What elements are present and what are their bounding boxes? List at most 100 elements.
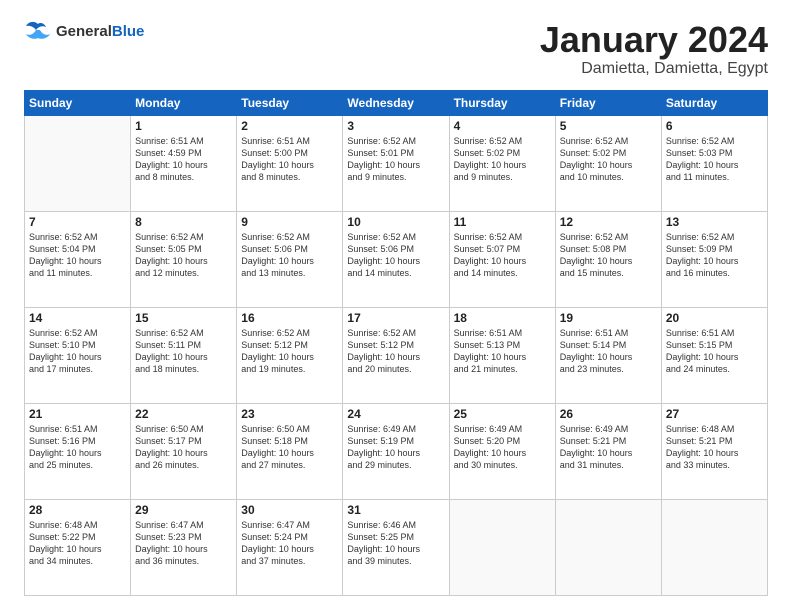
day-number: 14 xyxy=(29,311,126,325)
calendar-cell: 26 Sunrise: 6:49 AMSunset: 5:21 PMDayligh… xyxy=(555,403,661,499)
day-number: 15 xyxy=(135,311,232,325)
day-number: 17 xyxy=(347,311,444,325)
calendar-cell: 17 Sunrise: 6:52 AMSunset: 5:12 PMDayligh… xyxy=(343,307,449,403)
day-number: 8 xyxy=(135,215,232,229)
weekday-header-row: SundayMondayTuesdayWednesdayThursdayFrid… xyxy=(25,90,768,115)
calendar-cell: 30 Sunrise: 6:47 AMSunset: 5:24 PMDayligh… xyxy=(237,499,343,595)
day-info: Sunrise: 6:52 AMSunset: 5:03 PMDaylight:… xyxy=(666,135,763,184)
day-number: 13 xyxy=(666,215,763,229)
logo-icon xyxy=(24,20,52,44)
weekday-header-friday: Friday xyxy=(555,90,661,115)
day-number: 21 xyxy=(29,407,126,421)
calendar-cell: 12Sunrise: 6:52 AMSunset: 5:08 PMDayligh… xyxy=(555,211,661,307)
calendar-cell: 6 Sunrise: 6:52 AMSunset: 5:03 PMDaylight… xyxy=(661,115,767,211)
day-info: Sunrise: 6:51 AMSunset: 5:15 PMDaylight:… xyxy=(666,327,763,376)
day-info: Sunrise: 6:51 AMSunset: 5:16 PMDaylight:… xyxy=(29,423,126,472)
day-info: Sunrise: 6:48 AMSunset: 5:21 PMDaylight:… xyxy=(666,423,763,472)
day-number: 1 xyxy=(135,119,232,133)
day-number: 27 xyxy=(666,407,763,421)
day-info: Sunrise: 6:47 AMSunset: 5:24 PMDaylight:… xyxy=(241,519,338,568)
title-month: January 2024 xyxy=(540,20,768,60)
day-number: 9 xyxy=(241,215,338,229)
calendar-cell: 25Sunrise: 6:49 AMSunset: 5:20 PMDayligh… xyxy=(449,403,555,499)
calendar-cell: 27 Sunrise: 6:48 AMSunset: 5:21 PMDayligh… xyxy=(661,403,767,499)
day-number: 23 xyxy=(241,407,338,421)
calendar-cell: 15Sunrise: 6:52 AMSunset: 5:11 PMDayligh… xyxy=(131,307,237,403)
calendar-cell: 4Sunrise: 6:52 AMSunset: 5:02 PMDaylight… xyxy=(449,115,555,211)
calendar-cell: 23 Sunrise: 6:50 AMSunset: 5:18 PMDayligh… xyxy=(237,403,343,499)
calendar-cell: 2Sunrise: 6:51 AMSunset: 5:00 PMDaylight… xyxy=(237,115,343,211)
day-info: Sunrise: 6:51 AMSunset: 5:14 PMDaylight:… xyxy=(560,327,657,376)
calendar-cell: 21 Sunrise: 6:51 AMSunset: 5:16 PMDayligh… xyxy=(25,403,131,499)
day-number: 12 xyxy=(560,215,657,229)
day-info: Sunrise: 6:52 AMSunset: 5:10 PMDaylight:… xyxy=(29,327,126,376)
day-info: Sunrise: 6:52 AMSunset: 5:06 PMDaylight:… xyxy=(347,231,444,280)
week-row-1: 1Sunrise: 6:51 AMSunset: 4:59 PMDaylight… xyxy=(25,115,768,211)
weekday-header-monday: Monday xyxy=(131,90,237,115)
header: GeneralBlue January 2024 Damietta, Damie… xyxy=(24,20,768,78)
day-number: 28 xyxy=(29,503,126,517)
title-block: January 2024 Damietta, Damietta, Egypt xyxy=(540,20,768,78)
week-row-2: 7 Sunrise: 6:52 AMSunset: 5:04 PMDaylight… xyxy=(25,211,768,307)
week-row-5: 28 Sunrise: 6:48 AMSunset: 5:22 PMDayligh… xyxy=(25,499,768,595)
day-info: Sunrise: 6:52 AMSunset: 5:12 PMDaylight:… xyxy=(241,327,338,376)
calendar-cell: 16 Sunrise: 6:52 AMSunset: 5:12 PMDayligh… xyxy=(237,307,343,403)
calendar-cell xyxy=(555,499,661,595)
day-info: Sunrise: 6:47 AMSunset: 5:23 PMDaylight:… xyxy=(135,519,232,568)
calendar-cell: 29 Sunrise: 6:47 AMSunset: 5:23 PMDayligh… xyxy=(131,499,237,595)
calendar-table: SundayMondayTuesdayWednesdayThursdayFrid… xyxy=(24,90,768,596)
calendar-cell: 24Sunrise: 6:49 AMSunset: 5:19 PMDayligh… xyxy=(343,403,449,499)
day-info: Sunrise: 6:48 AMSunset: 5:22 PMDaylight:… xyxy=(29,519,126,568)
calendar-cell: 10Sunrise: 6:52 AMSunset: 5:06 PMDayligh… xyxy=(343,211,449,307)
weekday-header-saturday: Saturday xyxy=(661,90,767,115)
day-info: Sunrise: 6:49 AMSunset: 5:21 PMDaylight:… xyxy=(560,423,657,472)
title-location: Damietta, Damietta, Egypt xyxy=(540,60,768,78)
day-number: 22 xyxy=(135,407,232,421)
day-number: 2 xyxy=(241,119,338,133)
day-number: 5 xyxy=(560,119,657,133)
day-number: 16 xyxy=(241,311,338,325)
calendar-cell xyxy=(25,115,131,211)
day-info: Sunrise: 6:52 AMSunset: 5:01 PMDaylight:… xyxy=(347,135,444,184)
day-number: 7 xyxy=(29,215,126,229)
calendar-cell: 8 Sunrise: 6:52 AMSunset: 5:05 PMDaylight… xyxy=(131,211,237,307)
week-row-4: 21 Sunrise: 6:51 AMSunset: 5:16 PMDayligh… xyxy=(25,403,768,499)
day-number: 24 xyxy=(347,407,444,421)
calendar-cell: 20Sunrise: 6:51 AMSunset: 5:15 PMDayligh… xyxy=(661,307,767,403)
day-info: Sunrise: 6:50 AMSunset: 5:18 PMDaylight:… xyxy=(241,423,338,472)
logo-text: GeneralBlue xyxy=(56,24,144,41)
calendar-cell: 13 Sunrise: 6:52 AMSunset: 5:09 PMDayligh… xyxy=(661,211,767,307)
page: GeneralBlue January 2024 Damietta, Damie… xyxy=(0,0,792,612)
weekday-header-wednesday: Wednesday xyxy=(343,90,449,115)
calendar-cell: 14 Sunrise: 6:52 AMSunset: 5:10 PMDayligh… xyxy=(25,307,131,403)
day-info: Sunrise: 6:52 AMSunset: 5:12 PMDaylight:… xyxy=(347,327,444,376)
calendar-cell: 3 Sunrise: 6:52 AMSunset: 5:01 PMDaylight… xyxy=(343,115,449,211)
day-number: 18 xyxy=(454,311,551,325)
weekday-header-tuesday: Tuesday xyxy=(237,90,343,115)
day-number: 6 xyxy=(666,119,763,133)
day-number: 25 xyxy=(454,407,551,421)
day-info: Sunrise: 6:50 AMSunset: 5:17 PMDaylight:… xyxy=(135,423,232,472)
day-info: Sunrise: 6:46 AMSunset: 5:25 PMDaylight:… xyxy=(347,519,444,568)
logo-general: General xyxy=(56,23,112,40)
day-number: 26 xyxy=(560,407,657,421)
day-info: Sunrise: 6:52 AMSunset: 5:09 PMDaylight:… xyxy=(666,231,763,280)
calendar-cell: 19 Sunrise: 6:51 AMSunset: 5:14 PMDayligh… xyxy=(555,307,661,403)
weekday-header-sunday: Sunday xyxy=(25,90,131,115)
calendar-cell: 28 Sunrise: 6:48 AMSunset: 5:22 PMDayligh… xyxy=(25,499,131,595)
day-info: Sunrise: 6:52 AMSunset: 5:05 PMDaylight:… xyxy=(135,231,232,280)
calendar-cell: 9Sunrise: 6:52 AMSunset: 5:06 PMDaylight… xyxy=(237,211,343,307)
week-row-3: 14 Sunrise: 6:52 AMSunset: 5:10 PMDayligh… xyxy=(25,307,768,403)
day-number: 3 xyxy=(347,119,444,133)
calendar-cell xyxy=(661,499,767,595)
day-info: Sunrise: 6:51 AMSunset: 5:13 PMDaylight:… xyxy=(454,327,551,376)
calendar-cell xyxy=(449,499,555,595)
day-number: 19 xyxy=(560,311,657,325)
day-number: 31 xyxy=(347,503,444,517)
day-number: 30 xyxy=(241,503,338,517)
day-info: Sunrise: 6:52 AMSunset: 5:04 PMDaylight:… xyxy=(29,231,126,280)
day-number: 29 xyxy=(135,503,232,517)
logo: GeneralBlue xyxy=(24,20,144,44)
calendar-cell: 1Sunrise: 6:51 AMSunset: 4:59 PMDaylight… xyxy=(131,115,237,211)
calendar-cell: 11Sunrise: 6:52 AMSunset: 5:07 PMDayligh… xyxy=(449,211,555,307)
